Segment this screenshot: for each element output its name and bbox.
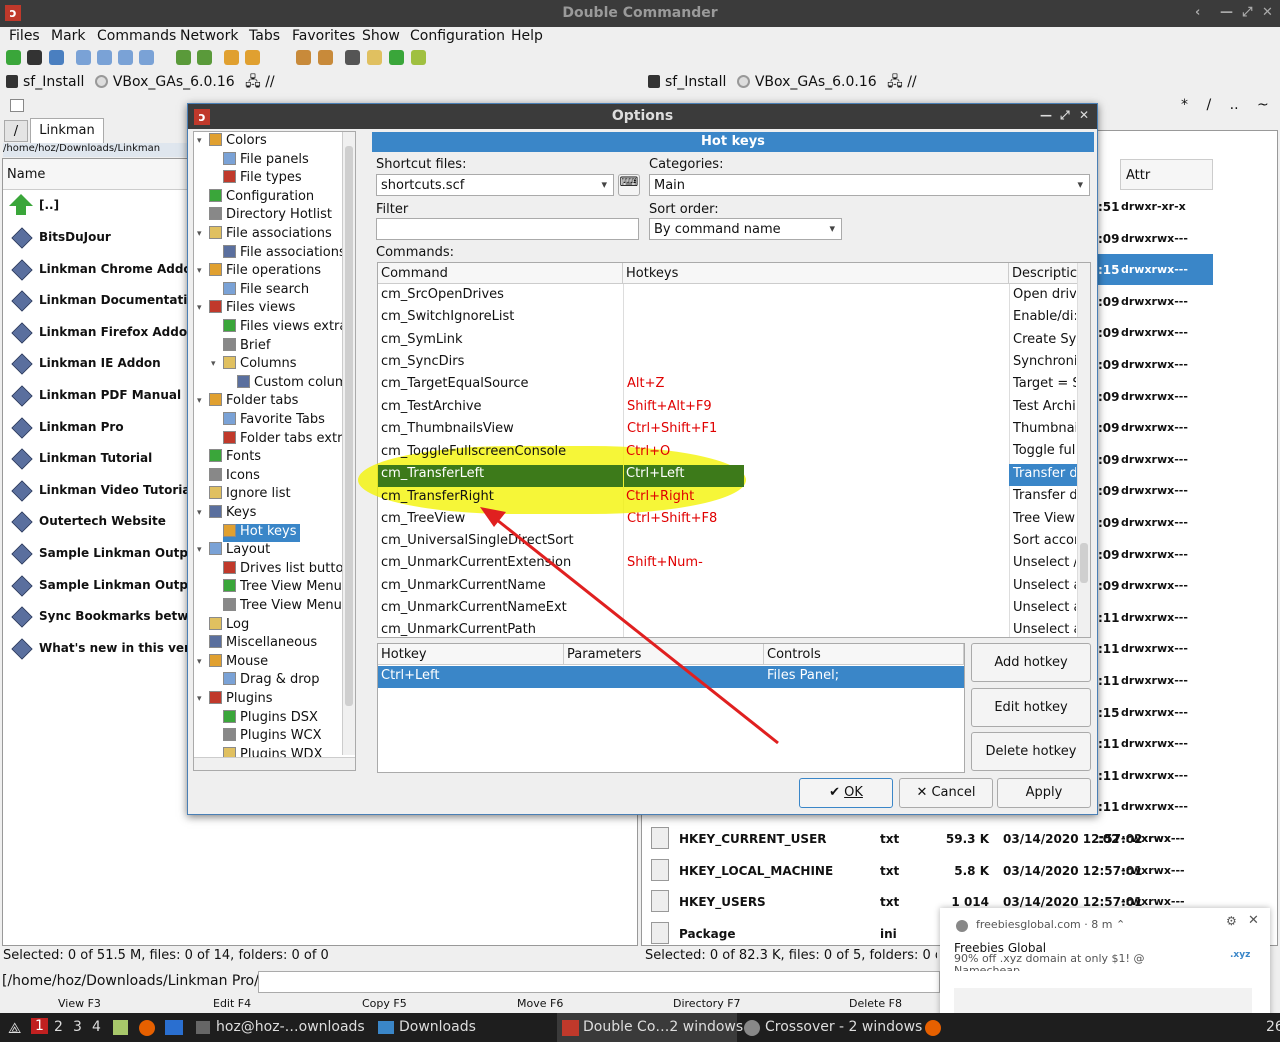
taskbar: ⟁ 1 2 3 4 hoz@hoz-…ownloads Downloads Do… — [0, 1013, 1280, 1042]
workspace-2[interactable]: 2 — [54, 1019, 63, 1035]
doublecmd-task-icon — [562, 1020, 579, 1036]
notification-source: freebiesglobal.com · 8 m ⌃ — [976, 918, 1126, 931]
firefox-launcher-icon[interactable] — [139, 1020, 155, 1036]
terminal-task-icon — [196, 1021, 210, 1034]
chrome-task-icon — [744, 1020, 760, 1036]
notification-gear-icon[interactable]: ⚙ — [1226, 914, 1237, 928]
folder-task-icon — [378, 1021, 394, 1034]
clock-fragment: 26 — [1266, 1019, 1280, 1035]
notification-body-2: Namecheap — [954, 964, 1020, 971]
task-doublecmd[interactable]: Double Co…2 windows — [583, 1019, 743, 1035]
desktop-launcher-icon[interactable] — [165, 1020, 183, 1035]
task-crossover[interactable]: Crossover - 2 windows — [765, 1019, 922, 1035]
chrome-icon — [956, 920, 968, 932]
start-menu-icon[interactable]: ⟁ — [8, 1019, 21, 1037]
arrow-shaft — [491, 514, 779, 745]
firefox-task-icon — [925, 1020, 941, 1036]
workspace-1[interactable]: 1 — [31, 1018, 48, 1034]
task-downloads[interactable]: Downloads — [399, 1019, 476, 1035]
notification-close-icon[interactable]: ✕ — [1248, 913, 1259, 928]
task-terminal[interactable]: hoz@hoz-…ownloads — [216, 1019, 365, 1035]
workspace-4[interactable]: 4 — [92, 1019, 101, 1035]
annotation-arrow — [480, 507, 779, 745]
workspace-3[interactable]: 3 — [73, 1019, 82, 1035]
files-launcher-icon[interactable] — [113, 1020, 128, 1035]
notification-badge: .xyz — [1230, 950, 1251, 960]
